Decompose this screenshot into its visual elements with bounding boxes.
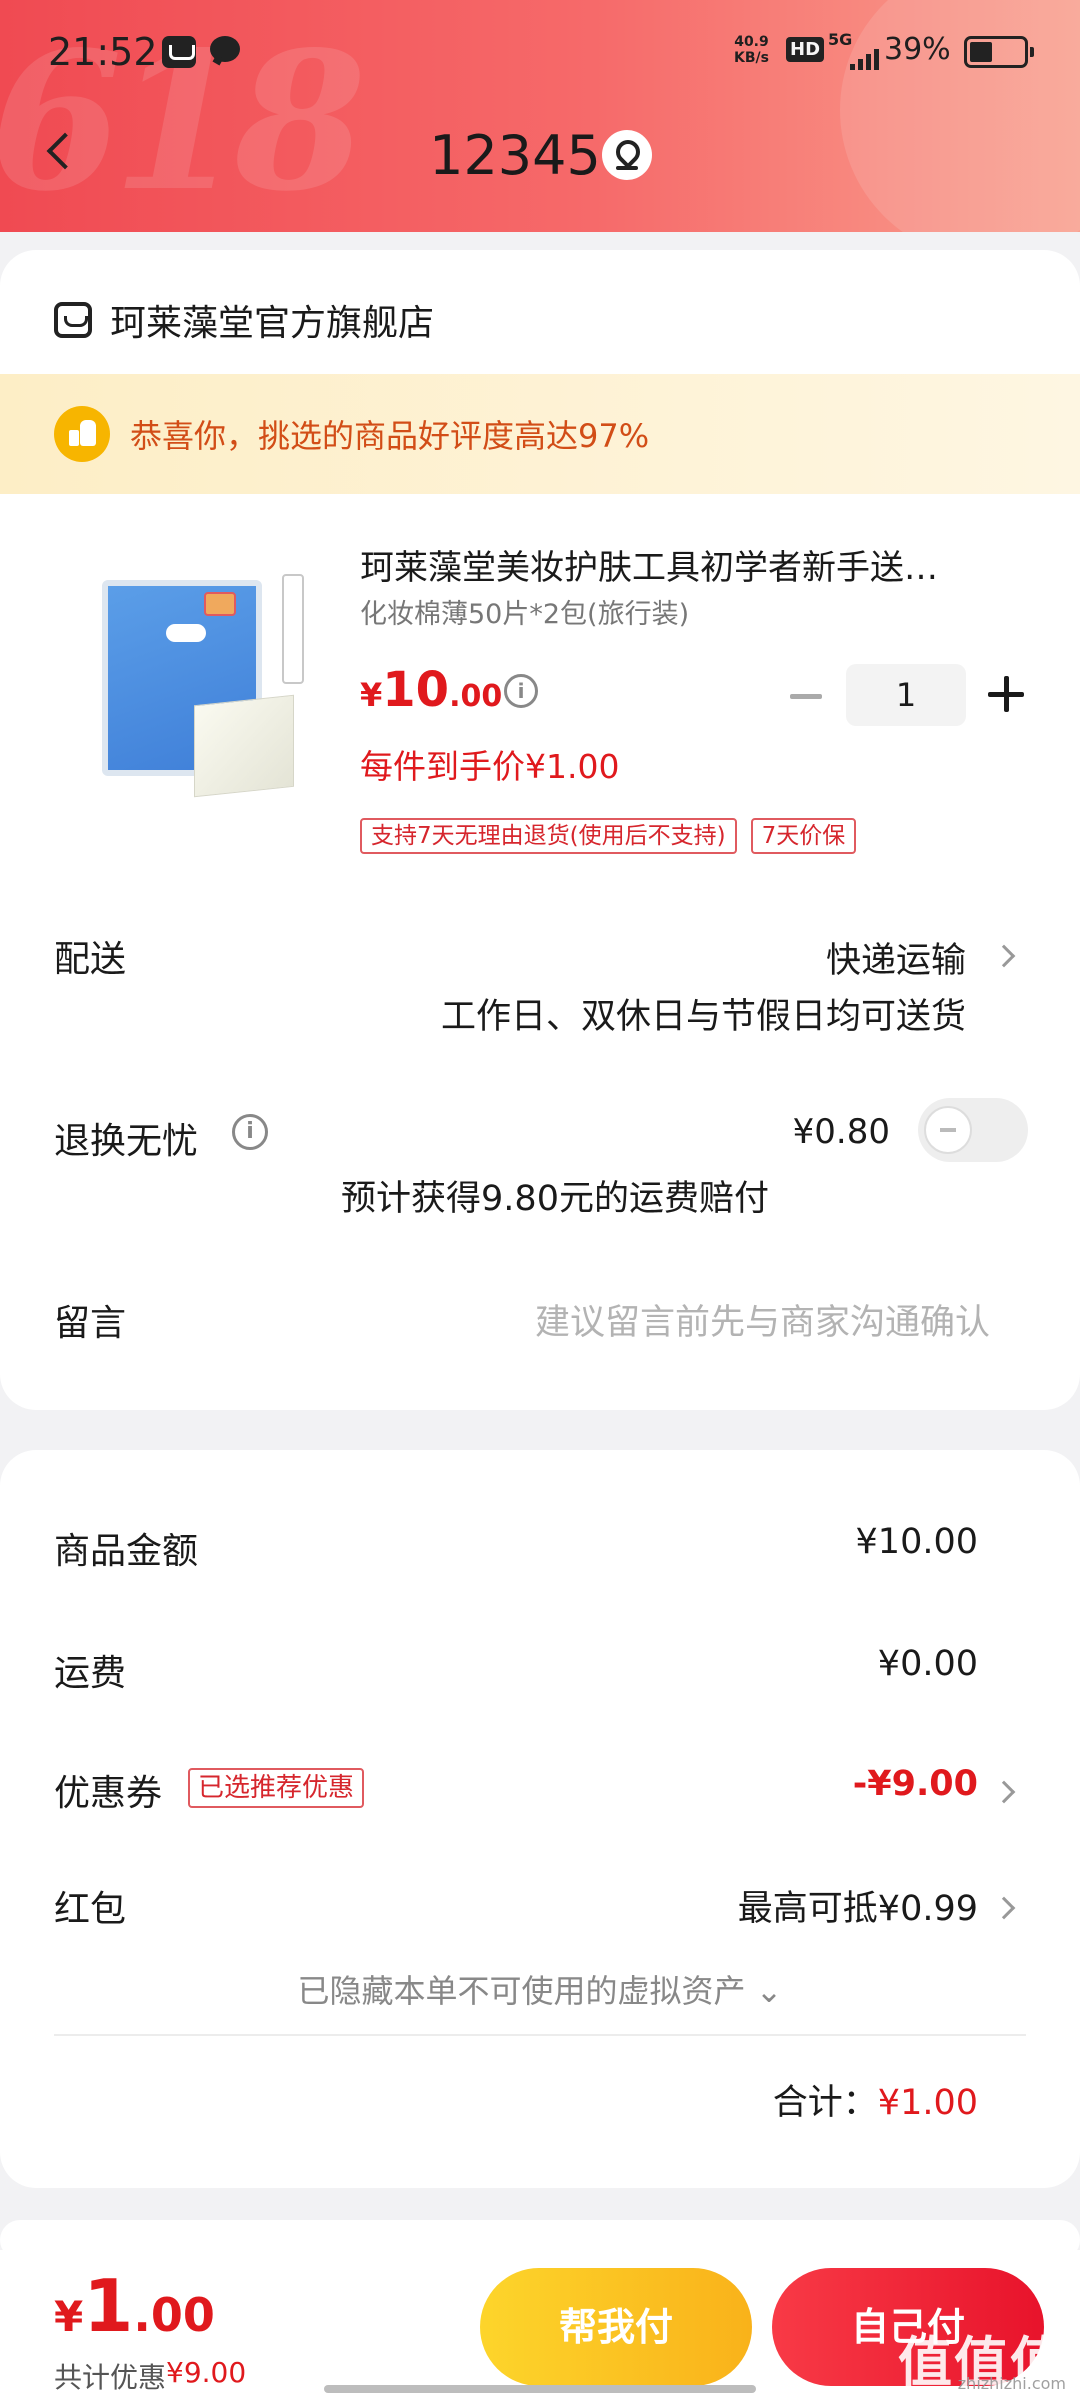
chevron-right-icon[interactable] <box>992 1780 1016 1804</box>
praise-text: 恭喜你，挑选的商品好评度高达97% <box>130 417 650 455</box>
order-item-card: 珂莱藻堂官方旗舰店 恭喜你，挑选的商品好评度高达97% 珂莱藻堂美妆护肤工具初学… <box>0 250 1080 1410</box>
bottom-price-integer: 1 <box>83 2264 134 2348</box>
battery-percent: 39% <box>884 32 951 67</box>
insurance-label: 退换无忧 <box>54 1121 199 1162</box>
message-input[interactable]: 建议留言前先与商家沟通确认 <box>390 1294 990 1345</box>
redpacket-value[interactable]: 最高可抵¥0.99 <box>738 1880 978 1931</box>
price-info-icon[interactable]: i <box>504 674 538 708</box>
total-discount: 共计优惠 ¥9.00 <box>54 2356 246 2396</box>
toggle-knob <box>924 1106 972 1154</box>
status-time: 21:52 <box>48 30 158 74</box>
coupon-badge: 已选推荐优惠 <box>188 1768 365 1808</box>
delivery-note: 工作日、双休日与节假日均可送货 <box>440 997 966 1037</box>
total-row: 合计： ¥1.00 <box>773 2074 978 2125</box>
store-icon <box>54 302 92 338</box>
app-notification-icon <box>162 36 196 68</box>
service-tags: 支持7天无理由退货(使用后不支持) 7天价保 <box>360 818 870 854</box>
service-tag: 支持7天无理由退货(使用后不支持) <box>360 818 737 854</box>
watermark-url: zhizhizhi.com <box>957 2374 1066 2393</box>
delivery-label: 配送 <box>54 939 127 980</box>
bottom-total-price: ¥ 1 .00 <box>54 2264 215 2348</box>
quantity-increase-button[interactable] <box>988 676 1024 712</box>
divider <box>54 2034 1026 2036</box>
total-discount-label: 共计优惠 <box>54 2361 167 2394</box>
delivery-method[interactable]: 快递运输 <box>826 932 966 983</box>
total-discount-value: ¥9.00 <box>166 2356 247 2389</box>
message-notification-icon <box>210 36 240 62</box>
network-speed-unit: KB/s <box>734 50 769 66</box>
product-title[interactable]: 珂莱藻堂美妆护肤工具初学者新手送… <box>360 540 1030 589</box>
shipping-label: 运费 <box>54 1653 127 1694</box>
coupon-label: 优惠券 <box>54 1773 163 1814</box>
status-bar: 21:52 40.9 KB/s HD 5G 39% <box>0 0 1080 100</box>
home-indicator[interactable] <box>324 2385 756 2393</box>
insurance-info-icon[interactable]: i <box>232 1114 268 1150</box>
shipping-value: ¥0.00 <box>877 1644 978 1684</box>
thumbs-up-icon <box>54 406 110 462</box>
goods-amount-label: 商品金额 <box>54 1531 199 1572</box>
chevron-right-icon[interactable] <box>992 1896 1016 1920</box>
store-row[interactable]: 珂莱藻堂官方旗舰店 <box>54 290 434 350</box>
service-tag: 7天价保 <box>750 818 857 854</box>
network-speed: 40.9 KB/s <box>734 34 769 66</box>
product-spec[interactable]: 化妆棉薄50片*2包(旅行装) <box>360 592 689 631</box>
bottom-price-decimal: .00 <box>133 2288 215 2342</box>
chevron-right-icon[interactable] <box>992 944 1016 968</box>
message-label: 留言 <box>54 1303 127 1344</box>
hidden-assets-toggle[interactable]: 已隐藏本单不可使用的虚拟资产 ⌄ <box>0 1966 1080 2012</box>
location-icon[interactable] <box>602 130 652 180</box>
redpacket-label: 红包 <box>54 1889 127 1930</box>
insurance-note: 预计获得9.80元的运费赔付 <box>341 1179 769 1219</box>
help-me-pay-button[interactable]: 帮我付 <box>480 2268 752 2386</box>
bottom-price-symbol: ¥ <box>54 2292 84 2341</box>
quantity-input[interactable]: 1 <box>846 664 966 726</box>
hd-icon: HD <box>786 37 825 62</box>
total-value: ¥1.00 <box>877 2083 978 2123</box>
store-name: 珂莱藻堂官方旗舰店 <box>110 303 435 344</box>
praise-banner: 恭喜你，挑选的商品好评度高达97% <box>0 374 1080 494</box>
network-type: 5G <box>828 30 853 49</box>
quantity-decrease-button[interactable] <box>790 694 822 699</box>
product-price: ¥ 10 .00 <box>360 662 502 718</box>
page-title: 12345 <box>429 124 601 187</box>
insurance-price: ¥0.80 <box>792 1112 890 1152</box>
price-decimal: .00 <box>449 679 503 714</box>
insurance-toggle[interactable] <box>918 1098 1028 1162</box>
total-label: 合计： <box>772 2083 878 2123</box>
network-speed-value: 40.9 <box>734 34 769 50</box>
coupon-value[interactable]: -¥9.00 <box>853 1764 978 1804</box>
price-integer: 10 <box>382 662 450 718</box>
fee-summary-card: 商品金额 ¥10.00 运费 ¥0.00 优惠券 已选推荐优惠 -¥9.00 红… <box>0 1450 1080 2188</box>
battery-icon <box>964 36 1034 68</box>
goods-amount-value: ¥10.00 <box>855 1522 978 1562</box>
product-image[interactable] <box>86 550 316 830</box>
signal-icon <box>850 48 882 70</box>
unit-price: 每件到手价¥1.00 <box>360 747 620 786</box>
price-symbol: ¥ <box>360 676 383 714</box>
header: 618 21:52 40.9 KB/s HD 5G 39% 12345 <box>0 0 1080 232</box>
